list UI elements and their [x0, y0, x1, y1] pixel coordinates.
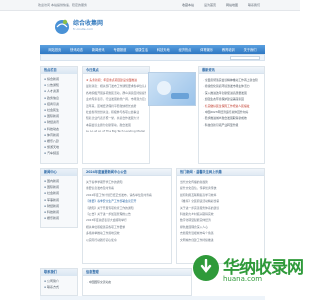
nav-item-tech[interactable]: 科技天地 — [157, 47, 170, 52]
sidebar-news-title: 新闻中心 — [41, 169, 77, 176]
info-title: 信息整理 — [83, 269, 191, 276]
logo-title: 综合收集网 — [73, 20, 104, 27]
sidebar-hot-title: 热点栏目 — [41, 67, 77, 74]
nav-item-home[interactable]: 网站首页 — [48, 47, 61, 52]
announcement-title: 2024年度重要新闻中心公告 — [83, 169, 171, 176]
welcome-text: 欢迎访问 本站提供快速、稳定的服务 — [38, 3, 87, 7]
feature-image[interactable] — [148, 72, 196, 106]
top-link-favorite[interactable]: 收藏本站 — [182, 3, 194, 7]
list-item[interactable]: 文明城市创建工作持续推进 — [180, 237, 261, 243]
info-panel: 信息整理 中国国际交流动态 — [82, 268, 192, 296]
sidebar-item[interactable]: 汽车频道 — [44, 150, 74, 156]
logo-subtitle: fc.cnsite.com — [73, 27, 93, 31]
sub-nav — [40, 54, 265, 61]
nav-item-about[interactable]: 关于我们 — [244, 47, 257, 52]
watermark-domain: huana.com — [223, 275, 263, 283]
sidebar-news: 新闻中心 国内新闻 国际新闻 社会新闻 军事新闻 财经新闻 科技新闻 娱乐新闻 — [40, 168, 78, 228]
today-focus-title: 今日焦点 — [83, 67, 149, 74]
top-link-contact[interactable]: 联系我们 — [248, 3, 260, 7]
summary-line: 最新消息：相关部门发布工作通知要求各单位认真落实 — [86, 84, 146, 89]
nav-item-news[interactable]: 新闻资讯 — [92, 47, 105, 52]
nav-item-education[interactable]: 教育培训 — [222, 47, 235, 52]
nav-item-economy[interactable]: 经济热点 — [179, 47, 192, 52]
sidebar-item[interactable]: 娱乐新闻 — [44, 215, 74, 221]
latest-news-panel: 最新资讯 全面贯彻落实会议精神推动工作再上新台阶 持续优化营商环境激发市场主体活… — [198, 66, 265, 164]
nav-item-flash[interactable]: 快讯动态 — [70, 47, 83, 52]
watermark-arrow-icon — [200, 259, 212, 273]
today-focus-panel: 今日焦点 ★ 头条新闻：年度重点项目建设全面推进 最新消息：相关部门发布工作通知… — [82, 66, 150, 164]
top-link-sitemap[interactable]: 网站地图 — [226, 3, 238, 7]
sidebar-item[interactable]: 联系方式 — [44, 284, 74, 290]
list-item[interactable]: 以实际行动践行初心使命 — [86, 237, 168, 243]
nav-item-topics[interactable]: 专题报道 — [114, 47, 127, 52]
top-bar: 欢迎访问 本站提供快速、稳定的服务 收藏本站 设为首页 网站地图 联系我们 — [0, 0, 300, 11]
sidebar-contact-title: 联系我们 — [41, 269, 77, 276]
summary-line: Lu Lo et al. of The Big Tech Landing Mod… — [86, 129, 145, 134]
nav-item-health[interactable]: 健康生活 — [135, 47, 148, 52]
top-link-homepage[interactable]: 设为首页 — [204, 3, 216, 7]
main-nav: 网站首页 快讯动态 新闻资讯 专题报道 健康生活 科技天地 经济热点 体育娱乐 … — [40, 45, 265, 54]
latest-news-title: 最新资讯 — [199, 67, 264, 74]
top-links: 收藏本站 设为首页 网站地图 联系我们 — [182, 3, 260, 7]
watermark: 华纳收录网 huana.com — [193, 245, 304, 297]
nav-item-sports[interactable]: 体育娱乐 — [200, 47, 213, 52]
hot-news-title: 热门新闻 · 温馨关注网上乐趣 — [177, 169, 264, 176]
sidebar-hot: 热点栏目 综合新闻 公告通知 人才资源 政务信息 招商引资 社会民生 国际新闻 … — [40, 66, 78, 164]
list-item[interactable]: 中国国际交流动态 — [87, 279, 187, 285]
announcement-panel: 2024年度重要新闻中心公告 关于春季学期开学工作的通知 重要信息发布及时查看 … — [82, 168, 172, 264]
summary-line: 业内专家表示，行业发展前景广阔，市场潜力巨大 — [86, 97, 146, 102]
footer-band — [40, 296, 265, 300]
summary-line: 知名企业代表齐聚一堂，共商合作发展大计 — [86, 116, 140, 121]
list-item[interactable]: 科技创新引领产业转型升级 — [203, 122, 260, 128]
search-input[interactable] — [230, 55, 260, 60]
sidebar-contact: 联系我们 公司简介 联系方式 — [40, 268, 78, 296]
logo-globe-icon — [55, 19, 69, 34]
site-logo[interactable]: 综合收集网 fc.cnsite.com — [54, 14, 104, 37]
